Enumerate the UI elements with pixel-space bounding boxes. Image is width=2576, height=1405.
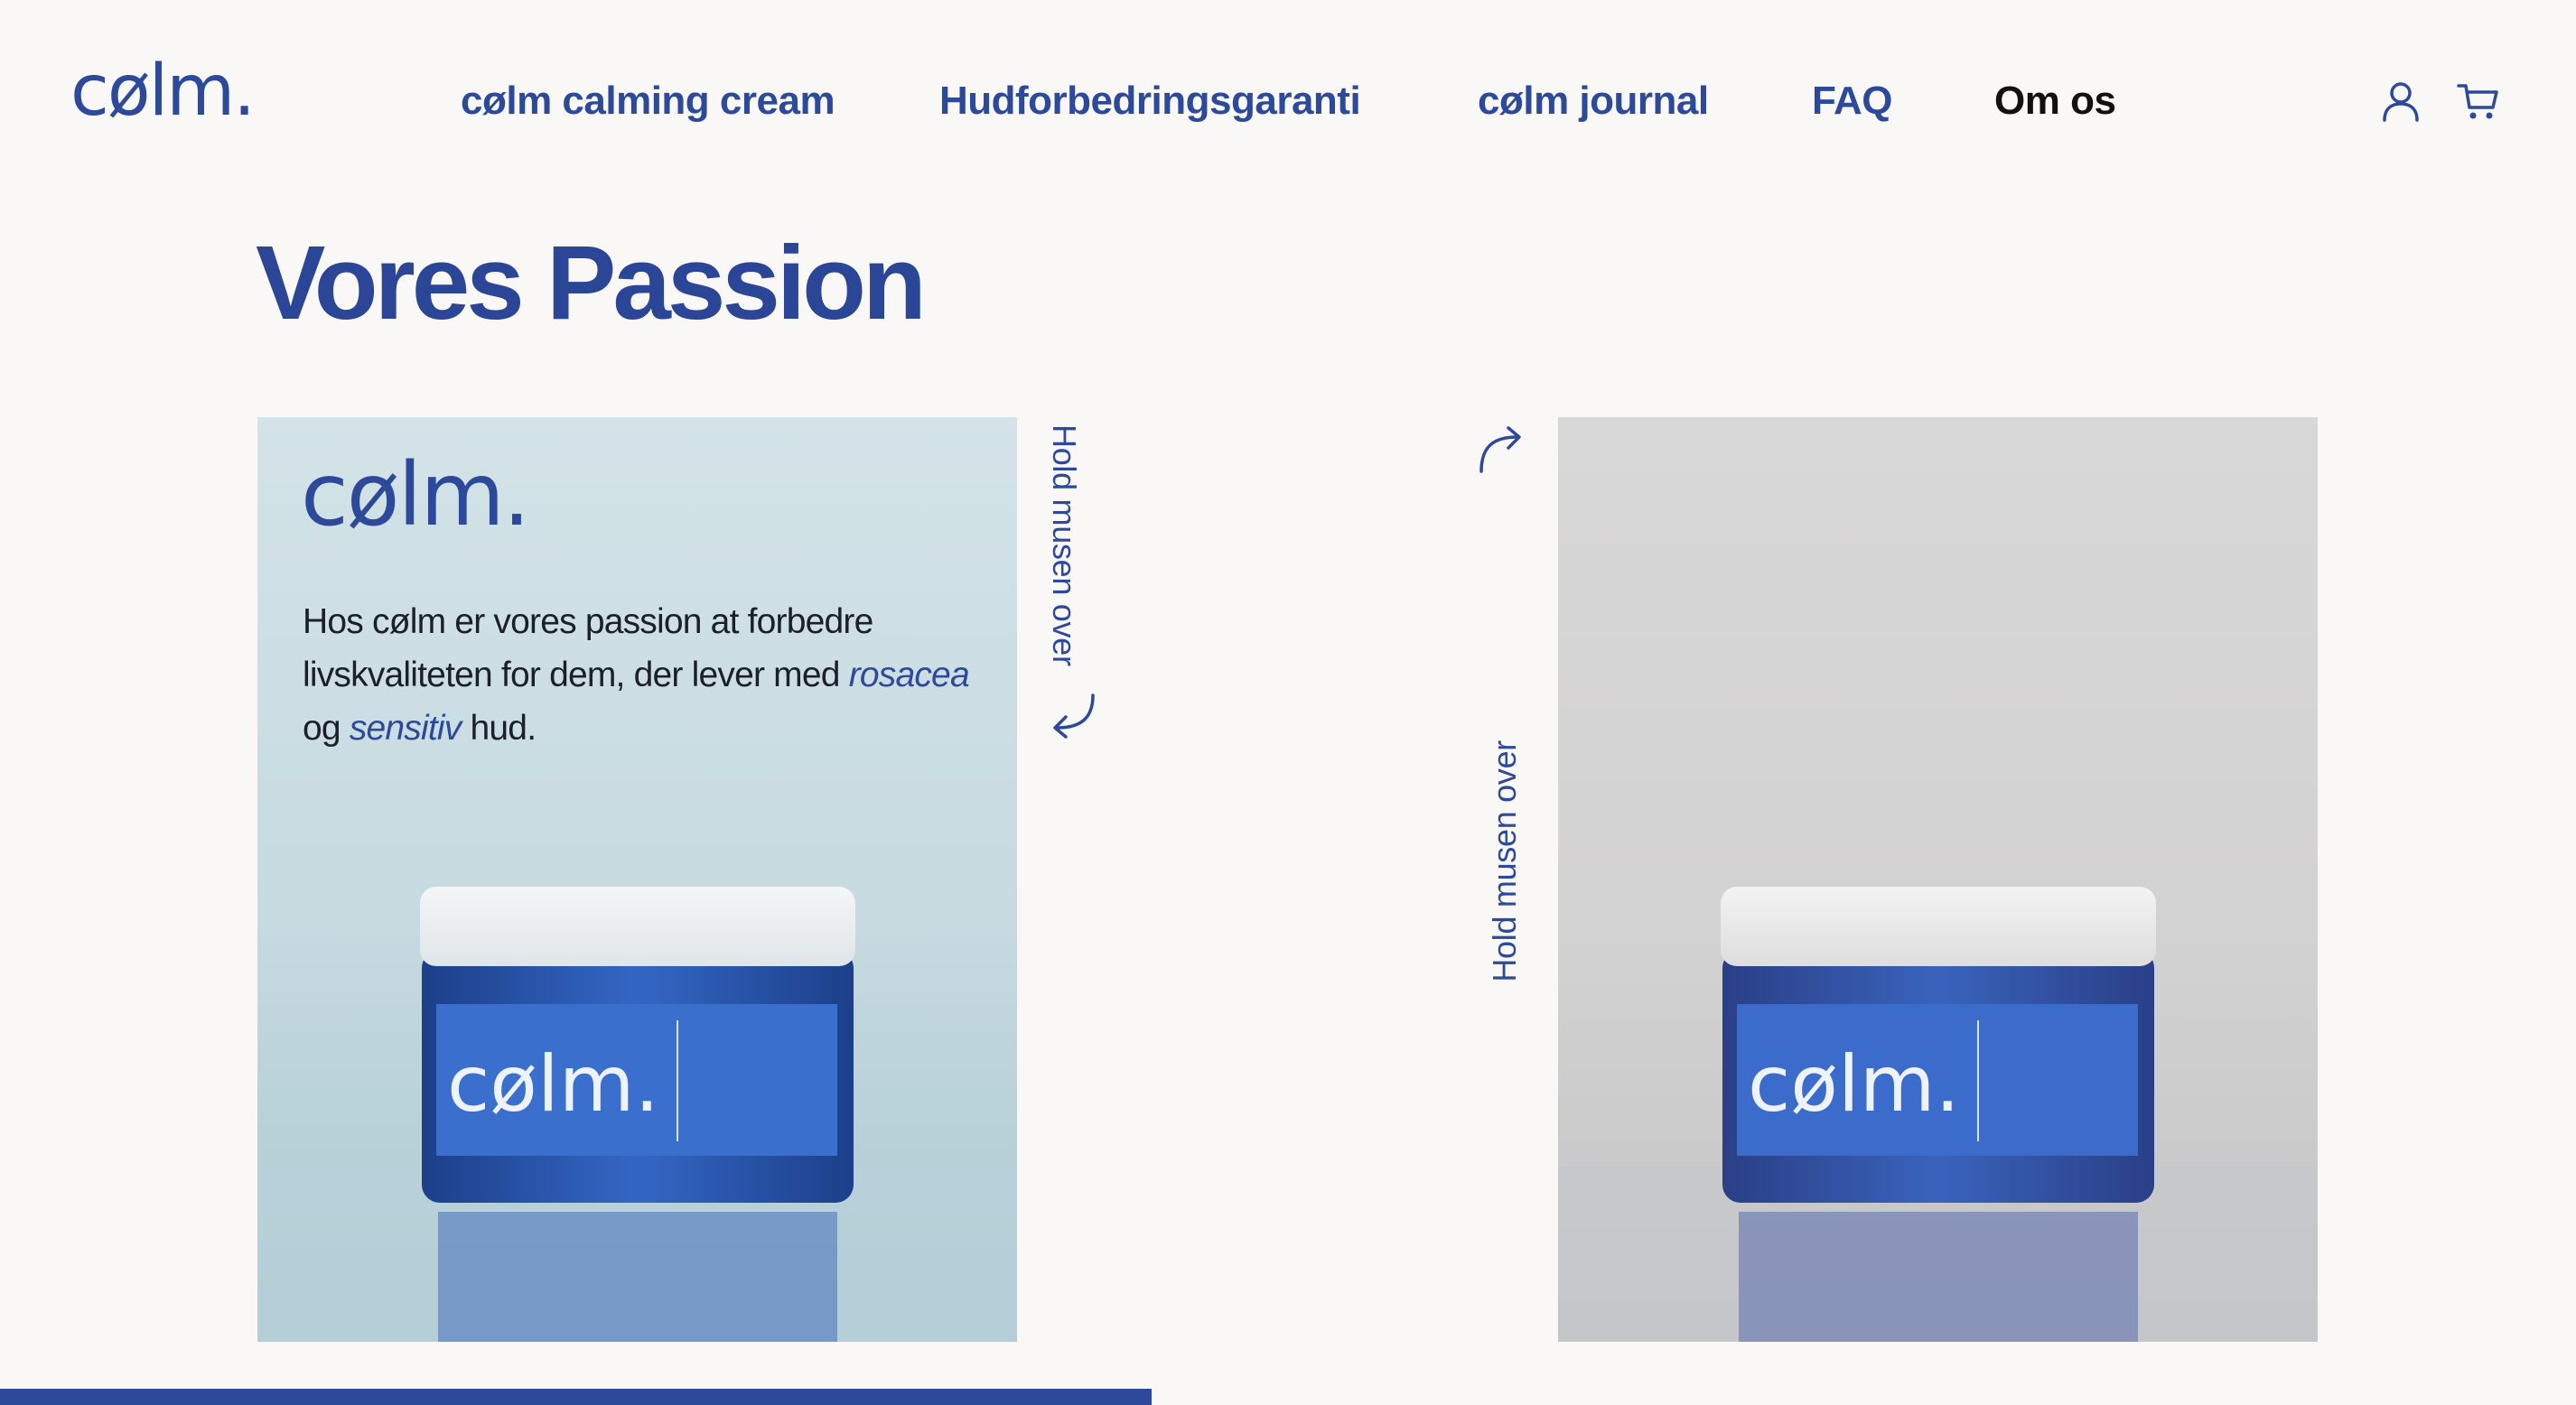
hover-hint-right: Hold musen over	[1046, 424, 1083, 666]
nav-item-hudforbedringsgaranti[interactable]: Hudforbedringsgaranti	[939, 74, 1361, 128]
scroll-progress-bar	[0, 1389, 1152, 1405]
rosacea-highlight: rosacea	[848, 656, 970, 694]
card-logo: cølm.	[301, 444, 530, 545]
site-logo[interactable]: cølm.	[70, 56, 256, 126]
curved-arrow-icon	[1479, 426, 1521, 473]
nav-item-faq[interactable]: FAQ	[1812, 74, 1892, 128]
sensitiv-highlight: sensitiv	[349, 709, 462, 748]
svg-text:cølm.: cølm.	[447, 1039, 659, 1130]
curved-arrow-icon	[1053, 693, 1095, 739]
svg-text:cølm.: cølm.	[1748, 1039, 1960, 1130]
product-card-front[interactable]: cølm. Hos cølm er vores passion at forbe…	[257, 417, 1017, 1342]
user-icon[interactable]	[2377, 78, 2424, 125]
product-jar-image: cølm.	[257, 887, 1017, 1342]
nav-item-om-os[interactable]: Om os	[1994, 74, 2116, 128]
product-card-back[interactable]: cølm.	[1558, 417, 2318, 1342]
product-jar-image: cølm.	[1558, 887, 2318, 1342]
cart-icon[interactable]	[2455, 78, 2502, 125]
nav-item-calming-cream[interactable]: cølm calming cream	[461, 74, 835, 128]
hover-hint-left: Hold musen over	[1486, 740, 1523, 982]
nav-item-journal[interactable]: cølm journal	[1478, 74, 1709, 128]
passion-text: Hos cølm er vores passion at forbedre li…	[303, 602, 970, 748]
page-title: Vores Passion	[256, 224, 927, 341]
